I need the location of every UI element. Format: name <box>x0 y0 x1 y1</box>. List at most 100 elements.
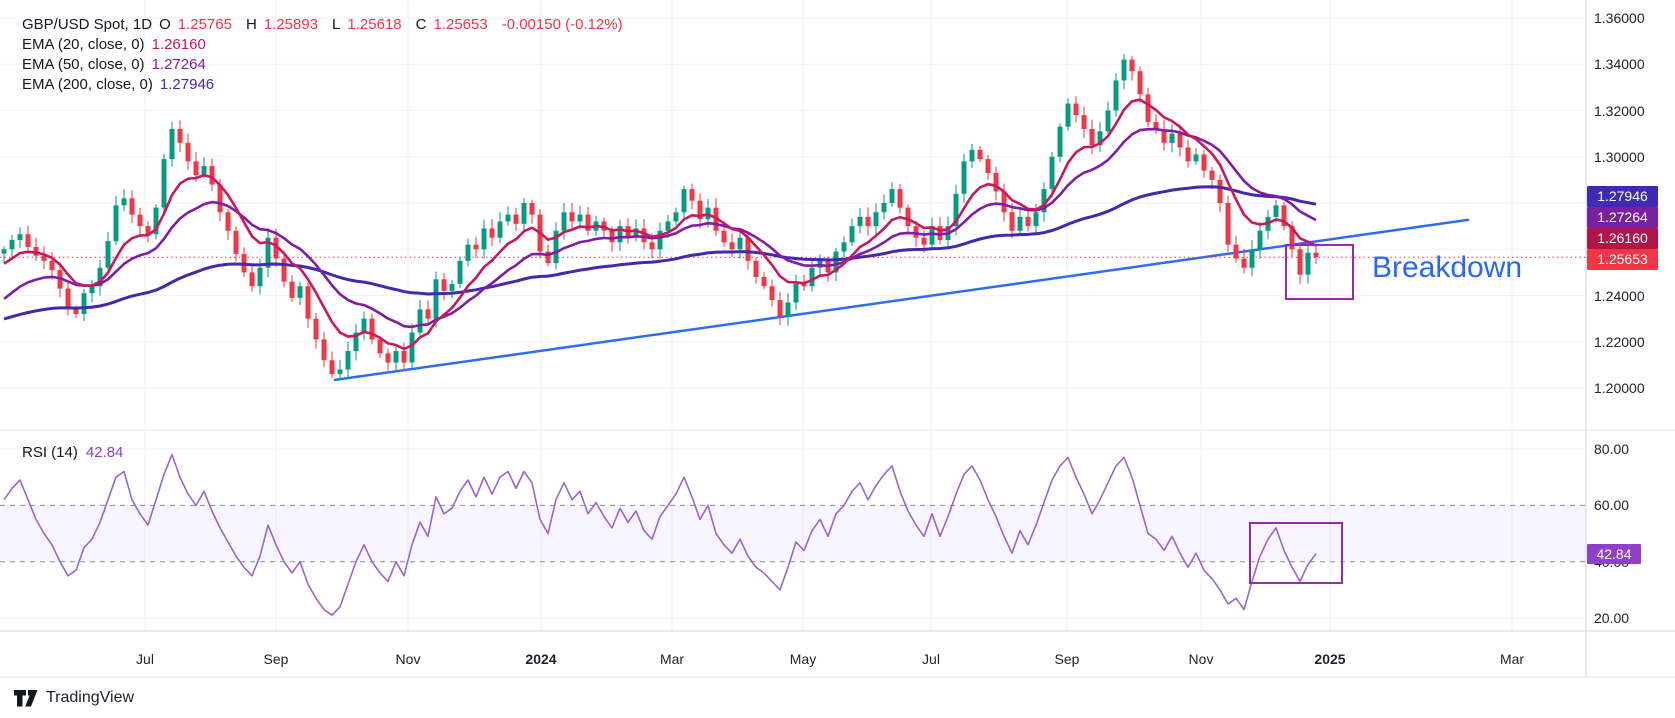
candle-body <box>978 150 983 159</box>
candle-body <box>74 309 79 314</box>
candle-body <box>402 351 407 363</box>
candle-body <box>66 289 71 310</box>
candle-body <box>442 279 447 291</box>
candle-body <box>490 228 495 237</box>
candle-body <box>434 279 439 318</box>
price-highlight-box[interactable] <box>1286 245 1353 299</box>
candle-body <box>578 215 583 222</box>
candle-body <box>1010 212 1015 231</box>
candle-body <box>962 161 967 193</box>
rsi-legend-row[interactable]: RSI (14) 42.84 <box>22 444 131 461</box>
candle-body <box>810 268 815 287</box>
candle-body <box>1170 134 1175 143</box>
indicator-value: 1.27946 <box>160 76 214 93</box>
candle-body <box>162 159 167 208</box>
candle-body <box>338 370 343 375</box>
candle-body <box>122 198 127 205</box>
candle-body <box>1218 180 1223 203</box>
candle-body <box>1186 148 1191 162</box>
candle-body <box>890 189 895 203</box>
candle-body <box>850 226 855 242</box>
breakdown-annotation[interactable]: Breakdown <box>1372 251 1522 285</box>
candle-body <box>866 217 871 226</box>
candle-body <box>762 277 767 286</box>
chart-canvas[interactable] <box>0 0 1675 718</box>
change-value: -0.00150 (-0.12%) <box>502 16 623 33</box>
candle-body <box>250 272 255 286</box>
candle-body <box>114 205 119 241</box>
candle-body <box>570 212 575 221</box>
candle-body <box>298 286 303 298</box>
candle-body <box>794 284 799 303</box>
candle-body <box>666 222 671 231</box>
candle-body <box>226 212 231 231</box>
candle-body <box>754 261 759 277</box>
candle-body <box>378 339 383 353</box>
candle-body <box>522 203 527 224</box>
candle-body <box>882 203 887 212</box>
candle-body <box>1298 249 1303 274</box>
ohlc-low: L1.25618 <box>332 16 409 33</box>
tradingview-logo[interactable]: TradingView <box>14 689 134 707</box>
candle-body <box>1242 259 1247 268</box>
candle-body <box>1034 212 1039 226</box>
candle-body <box>1258 231 1263 250</box>
candle-body <box>82 293 87 314</box>
candle-body <box>778 300 783 316</box>
ohlc-close: C1.25653 <box>416 16 495 33</box>
candle-body <box>1074 104 1079 116</box>
candle-body <box>426 309 431 318</box>
candle-body <box>1050 157 1055 189</box>
candle-body <box>258 268 263 287</box>
price-badge: 1.27946 <box>1587 186 1658 207</box>
candle-body <box>1058 127 1063 157</box>
candle-body <box>394 351 399 363</box>
rsi-label: RSI (14) <box>22 444 78 461</box>
candle-body <box>330 360 335 374</box>
candle-body <box>610 231 615 243</box>
candle-body <box>170 129 175 159</box>
indicator-row-ema50[interactable]: EMA (50, close, 0)1.27264 <box>22 55 630 75</box>
ohlc-open: O1.25765 <box>159 16 239 33</box>
candle-body <box>858 217 863 226</box>
price-axis[interactable] <box>1586 0 1675 677</box>
candle-body <box>874 212 879 226</box>
indicator-row-ema20[interactable]: EMA (20, close, 0)1.26160 <box>22 35 630 55</box>
candle-body <box>1018 217 1023 231</box>
candle-body <box>730 242 735 249</box>
candle-body <box>450 284 455 291</box>
candle-body <box>650 242 655 249</box>
candle-body <box>178 129 183 143</box>
candle-body <box>1138 71 1143 94</box>
candle-body <box>386 353 391 362</box>
candle-body <box>498 222 503 238</box>
candle-body <box>1082 115 1087 129</box>
candles-series <box>2 54 1319 380</box>
candle-body <box>1314 253 1319 258</box>
candle-body <box>1194 154 1199 161</box>
candle-body <box>1026 217 1031 226</box>
candle-body <box>1202 154 1207 170</box>
time-axis[interactable] <box>0 631 1586 677</box>
rsi-value: 42.84 <box>86 444 124 461</box>
tradingview-chart-window: GBP/USD Spot, 1DO1.25765H1.25893L1.25618… <box>0 0 1675 718</box>
candle-body <box>1090 129 1095 145</box>
candle-body <box>2 249 7 253</box>
price-badge: 1.27264 <box>1587 207 1658 228</box>
candle-body <box>786 302 791 316</box>
candle-body <box>18 234 23 240</box>
candle-body <box>1250 249 1255 268</box>
indicator-row-ema200[interactable]: EMA (200, close, 0)1.27946 <box>22 75 630 95</box>
price-badge: 1.26160 <box>1587 228 1658 249</box>
candle-body <box>922 238 927 245</box>
candle-body <box>482 228 487 249</box>
tradingview-logo-icon <box>14 690 39 707</box>
indicator-label: EMA (20, close, 0) <box>22 36 145 53</box>
candle-body <box>1146 94 1151 122</box>
candle-body <box>410 333 415 363</box>
candle-body <box>1210 171 1215 180</box>
symbol-title[interactable]: GBP/USD Spot, 1D <box>22 16 152 33</box>
candle-body <box>234 231 239 254</box>
candle-body <box>458 261 463 284</box>
tradingview-logo-text: TradingView <box>46 689 134 707</box>
